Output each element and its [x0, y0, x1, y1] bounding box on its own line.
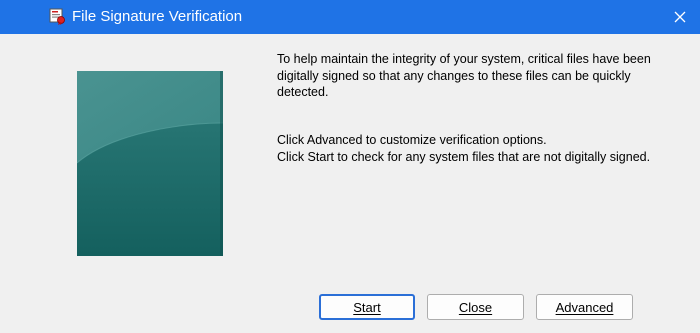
title-bar: File Signature Verification [0, 0, 700, 34]
banner-image [76, 71, 224, 256]
file-signature-app-icon [48, 7, 66, 25]
instructions-text: Click Advanced to customize verification… [277, 132, 677, 165]
advanced-button[interactable]: Advanced [536, 294, 633, 320]
start-button-label: Start [353, 299, 381, 315]
window-title: File Signature Verification [72, 8, 243, 25]
close-icon[interactable] [660, 0, 700, 34]
start-button[interactable]: Start [319, 294, 415, 320]
advanced-button-label: Advanced [555, 299, 614, 315]
intro-text: To help maintain the integrity of your s… [277, 52, 651, 99]
instruction-advanced: Click Advanced to customize verification… [277, 133, 547, 147]
close-button-label: Close [458, 299, 493, 315]
instruction-start: Click Start to check for any system file… [277, 149, 651, 164]
close-button[interactable]: Close [427, 294, 524, 320]
